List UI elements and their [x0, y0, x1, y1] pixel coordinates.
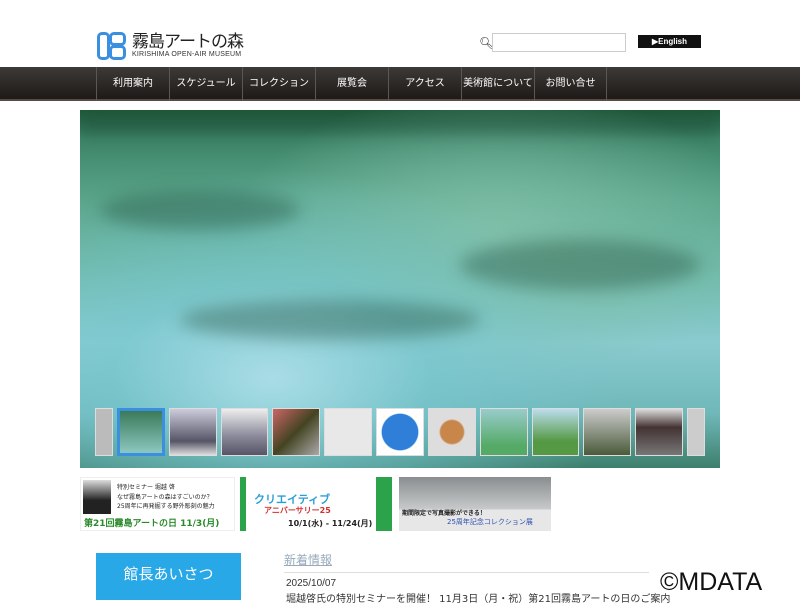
banner-text: 10/1(水) - 11/24(月) [288, 519, 373, 528]
news-item-link[interactable]: 堀越啓氏の特別セミナーを開催！ 11月3日（月・祝）第21回霧島アートの日のご案… [286, 590, 670, 605]
thumbnail[interactable] [324, 408, 373, 456]
nav-item-access[interactable]: アクセス [388, 67, 461, 101]
banner-collection-exhibition[interactable]: 期間限定で写真撮影ができる！ 25周年記念コレクション展 [399, 477, 551, 531]
banner-text: 第21回霧島アートの日 11/3(月) [84, 519, 220, 529]
nav-item-schedule[interactable]: スケジュール [169, 67, 242, 101]
banner-seminar[interactable]: 特別セミナー 堀越 啓 なぜ霧島アートの森はすごいのか？ 25周年に再発掘する野… [80, 477, 235, 531]
thumbnail[interactable] [583, 408, 632, 456]
thumbnail-prev[interactable] [95, 408, 113, 456]
news-heading[interactable]: 新着情報 [284, 551, 332, 568]
thumbnail[interactable] [116, 408, 165, 456]
logo-mark-icon [97, 30, 129, 60]
banner-text: 特別セミナー 堀越 啓 [117, 484, 175, 491]
thumbnail-next[interactable] [687, 408, 705, 456]
nav-item-guide[interactable]: 利用案内 [96, 67, 169, 101]
thumbnail[interactable] [272, 408, 321, 456]
banner-text: 期間限定で写真撮影ができる！ [402, 510, 486, 517]
banner-text: アニバーサリー25 [264, 506, 331, 515]
logo[interactable]: 霧島アートの森 KIRISHIMA OPEN-AIR MUSEUM [97, 30, 244, 60]
thumbnail[interactable] [479, 408, 528, 456]
logo-title: 霧島アートの森 [132, 31, 244, 52]
nav-item-about[interactable]: 美術館について [461, 67, 534, 101]
banner-text: 25周年記念コレクション展 [447, 518, 533, 526]
header: 霧島アートの森 KIRISHIMA OPEN-AIR MUSEUM 🔍︎ ▶En… [0, 0, 800, 67]
thumbnail-strip [95, 408, 705, 458]
nav-item-contact[interactable]: お問い合せ [534, 67, 607, 101]
english-button[interactable]: ▶English [638, 35, 701, 48]
speaker-photo [83, 480, 111, 514]
thumbnail[interactable] [531, 408, 580, 456]
thumbnail[interactable] [376, 408, 424, 456]
thumbnail[interactable] [635, 408, 684, 456]
nav-item-collection[interactable]: コレクション [242, 67, 315, 101]
watermark: ©MDATA [660, 568, 763, 596]
banner-creative-anniversary[interactable]: クリエイティブ アニバーサリー25 10/1(水) - 11/24(月) [240, 477, 392, 531]
thumbnail[interactable] [427, 408, 476, 456]
banner-text: なぜ霧島アートの森はすごいのか？ [117, 494, 213, 501]
search-input[interactable] [492, 33, 626, 52]
main-nav: 利用案内 スケジュール コレクション 展覧会 アクセス 美術館について お問い合… [0, 67, 800, 101]
banner-text: 25周年に再発掘する野外彫刻の魅力 [117, 503, 215, 510]
logo-subtitle: KIRISHIMA OPEN-AIR MUSEUM [132, 50, 242, 58]
nav-item-exhibitions[interactable]: 展覧会 [315, 67, 388, 101]
news-date: 2025/10/07 [286, 578, 337, 589]
divider [284, 572, 649, 573]
thumbnail[interactable] [168, 408, 217, 456]
thumbnail[interactable] [220, 408, 269, 456]
director-greeting-button[interactable]: 館長あいさつ [96, 553, 241, 600]
